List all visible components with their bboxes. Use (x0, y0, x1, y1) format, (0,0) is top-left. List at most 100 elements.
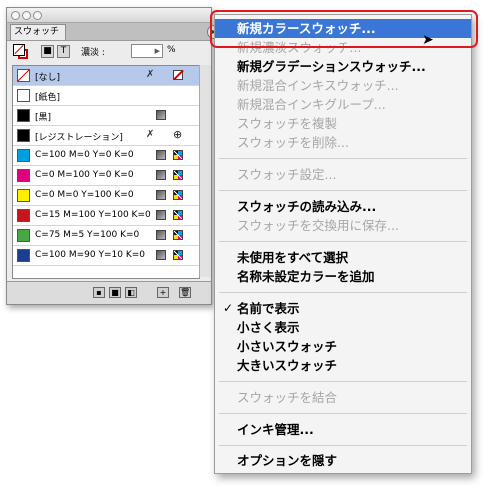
menu-item-new-mixed-ink-swatch[interactable]: 新規混合インキスウォッチ... (215, 76, 471, 95)
swatch-chip (17, 149, 30, 162)
menu-item-select-all-unused[interactable]: 未使用をすべて選択 (215, 248, 471, 267)
swatches-panel: スウォッチ ▸ ■ T 濃淡 : ▶ % [なし] ✗ [紙色] [黒] (6, 7, 221, 305)
show-color-swatches-icon[interactable]: ■ (109, 287, 121, 298)
menu-item-add-unnamed-colors[interactable]: 名称未設定カラーを追加 (215, 267, 471, 286)
cmyk-icon (173, 170, 183, 180)
trash-icon[interactable]: 🗑 (179, 287, 191, 298)
swatch-name: [レジストレーション] (35, 133, 123, 143)
process-color-icon (156, 190, 166, 200)
swatch-chip (17, 109, 30, 122)
panel-tab-row: スウォッチ ▸ (7, 23, 221, 41)
swatch-row-none[interactable]: [なし] ✗ (13, 66, 199, 86)
swatch-row-paper[interactable]: [紙色] (13, 86, 199, 106)
swatch-name: [紙色] (35, 93, 61, 103)
menu-separator (219, 292, 467, 293)
swatch-chip (17, 249, 30, 262)
menu-separator (219, 241, 467, 242)
container-format-icon[interactable]: ■ (41, 45, 54, 58)
zoom-dot[interactable] (33, 11, 42, 20)
panel-bottom-bar: ▪ ■ ◧ + 🗑 (7, 281, 211, 304)
registration-icon: ⊕ (173, 128, 183, 141)
process-color-icon (156, 150, 166, 160)
menu-separator (219, 413, 467, 414)
swatch-name: C=0 M=0 Y=100 K=0 (35, 190, 134, 200)
show-all-swatches-icon[interactable]: ▪ (93, 287, 105, 298)
checkmark-icon: ✓ (223, 301, 234, 315)
panel-toolbar: ■ T 濃淡 : ▶ % (7, 41, 211, 63)
menu-separator (219, 190, 467, 191)
minimize-dot[interactable] (22, 11, 31, 20)
process-color-icon (156, 170, 166, 180)
mouse-pointer-icon: ➤ (422, 32, 434, 48)
tint-label: 濃淡 : (81, 48, 105, 58)
swatch-chip (17, 129, 30, 142)
swatch-row-registration[interactable]: [レジストレーション] ✗ ⊕ (13, 126, 199, 146)
fill-swatch-icon[interactable] (13, 44, 25, 56)
vertical-scrollbar[interactable] (199, 65, 211, 277)
swatch-row[interactable]: C=0 M=100 Y=0 K=0 (13, 166, 199, 186)
process-color-icon (156, 110, 166, 120)
swatch-row-black[interactable]: [黒] (13, 106, 199, 126)
swatch-name: [なし] (35, 73, 61, 83)
swatch-chip (17, 189, 30, 202)
process-color-icon (156, 230, 166, 240)
annotation-highlight-ring (210, 10, 478, 48)
menu-item-large-swatch-view[interactable]: 大きいスウォッチ (215, 356, 471, 375)
close-dot[interactable] (11, 11, 20, 20)
swatch-name: [黒] (35, 113, 52, 123)
swatch-row[interactable]: C=100 M=0 Y=0 K=0 (13, 146, 199, 166)
menu-item-save-swatches-for-exchange[interactable]: スウォッチを交換用に保存... (215, 216, 471, 235)
text-format-icon[interactable]: T (57, 45, 70, 58)
menu-item-delete-swatch[interactable]: スウォッチを削除... (215, 133, 471, 152)
menu-separator (219, 158, 467, 159)
swatch-chip (17, 209, 30, 222)
menu-item-new-gradient-swatch[interactable]: 新規グラデーションスウォッチ... (215, 57, 471, 76)
new-swatch-icon[interactable]: + (157, 287, 169, 298)
menu-item-small-swatch-view[interactable]: 小さいスウォッチ (215, 337, 471, 356)
show-gradient-swatches-icon[interactable]: ◧ (125, 287, 137, 298)
cmyk-icon (173, 150, 183, 160)
swatch-chip (17, 169, 30, 182)
menu-item-duplicate-swatch[interactable]: スウォッチを複製 (215, 114, 471, 133)
swatch-chip (17, 229, 30, 242)
menu-separator (219, 381, 467, 382)
menu-item-label: 名前で表示 (237, 301, 300, 316)
swatch-row[interactable]: C=0 M=0 Y=100 K=0 (13, 186, 199, 206)
tint-arrow-icon[interactable]: ▶ (155, 47, 160, 55)
swatch-name: C=15 M=100 Y=100 K=0 (35, 210, 151, 220)
swatch-name: C=0 M=100 Y=0 K=0 (35, 170, 134, 180)
swatch-name: C=75 M=5 Y=100 K=0 (35, 230, 140, 240)
cmyk-icon (173, 210, 183, 220)
cmyk-icon (173, 190, 183, 200)
process-color-icon (156, 250, 166, 260)
swatch-row[interactable]: C=100 M=90 Y=10 K=0 (13, 246, 199, 266)
swatch-name: C=100 M=0 Y=0 K=0 (35, 150, 134, 160)
menu-item-merge-swatches[interactable]: スウォッチを結合 (215, 388, 471, 407)
tab-swatches[interactable]: スウォッチ (10, 24, 66, 40)
no-edit-icon: ✗ (146, 129, 155, 140)
menu-item-name-view[interactable]: ✓ 名前で表示 (215, 299, 471, 318)
fill-stroke-icon[interactable] (13, 44, 29, 60)
no-edit-icon: ✗ (146, 69, 155, 80)
swatch-row[interactable]: C=15 M=100 Y=100 K=0 (13, 206, 199, 226)
swatch-chip (17, 89, 30, 102)
menu-item-swatch-options[interactable]: スウォッチ設定... (215, 165, 471, 184)
swatch-name: C=100 M=90 Y=10 K=0 (35, 250, 146, 260)
swatches-panel-menu: 新規カラースウォッチ... 新規濃淡スウォッチ... 新規グラデーションスウォッ… (214, 14, 472, 474)
menu-item-ink-manager[interactable]: インキ管理... (215, 420, 471, 439)
tint-field[interactable]: ▶ (131, 44, 163, 58)
swatch-row[interactable]: C=75 M=5 Y=100 K=0 (13, 226, 199, 246)
process-color-icon (156, 210, 166, 220)
cmyk-icon (173, 250, 183, 260)
menu-item-small-name-view[interactable]: 小さく表示 (215, 318, 471, 337)
percent-label: % (167, 45, 176, 55)
panel-titlebar[interactable] (7, 8, 211, 23)
menu-item-new-mixed-ink-group[interactable]: 新規混合インキグループ... (215, 95, 471, 114)
menu-item-load-swatches[interactable]: スウォッチの読み込み... (215, 197, 471, 216)
none-type-icon (173, 70, 183, 80)
menu-item-hide-options[interactable]: オプションを隠す (215, 451, 471, 470)
swatch-list: [なし] ✗ [紙色] [黒] [レジストレーション] ✗ ⊕ C=100 M=… (12, 65, 200, 279)
cmyk-icon (173, 230, 183, 240)
swatch-chip (17, 69, 30, 82)
menu-separator (219, 445, 467, 446)
